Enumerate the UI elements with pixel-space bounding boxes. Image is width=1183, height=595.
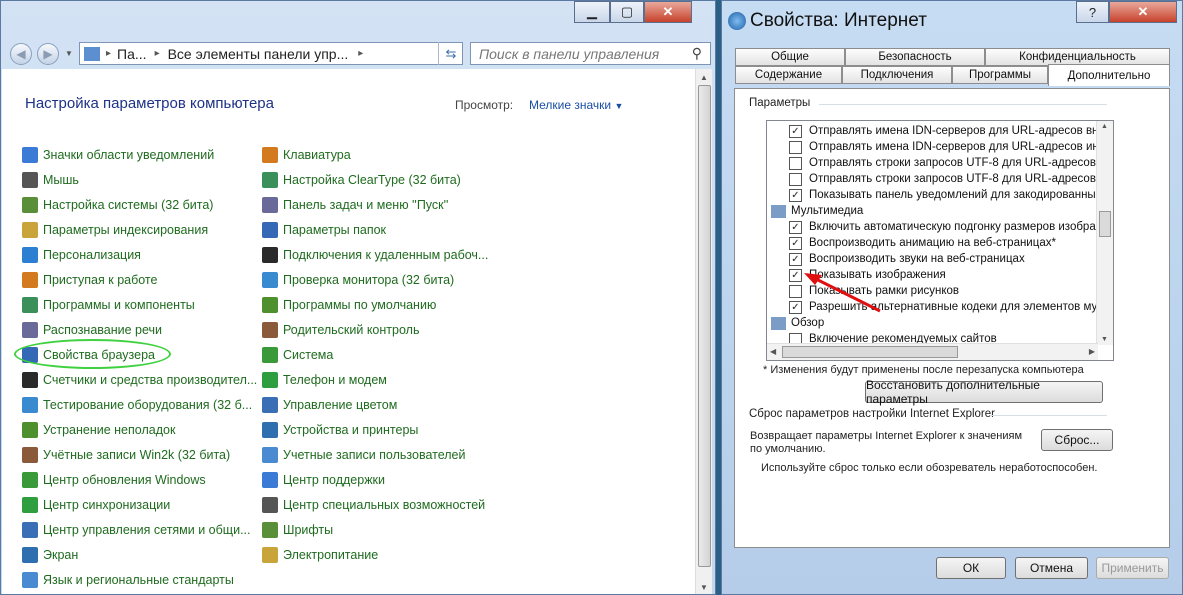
- red-arrow-overlay: [804, 273, 881, 313]
- red-arrow-line: [811, 275, 881, 313]
